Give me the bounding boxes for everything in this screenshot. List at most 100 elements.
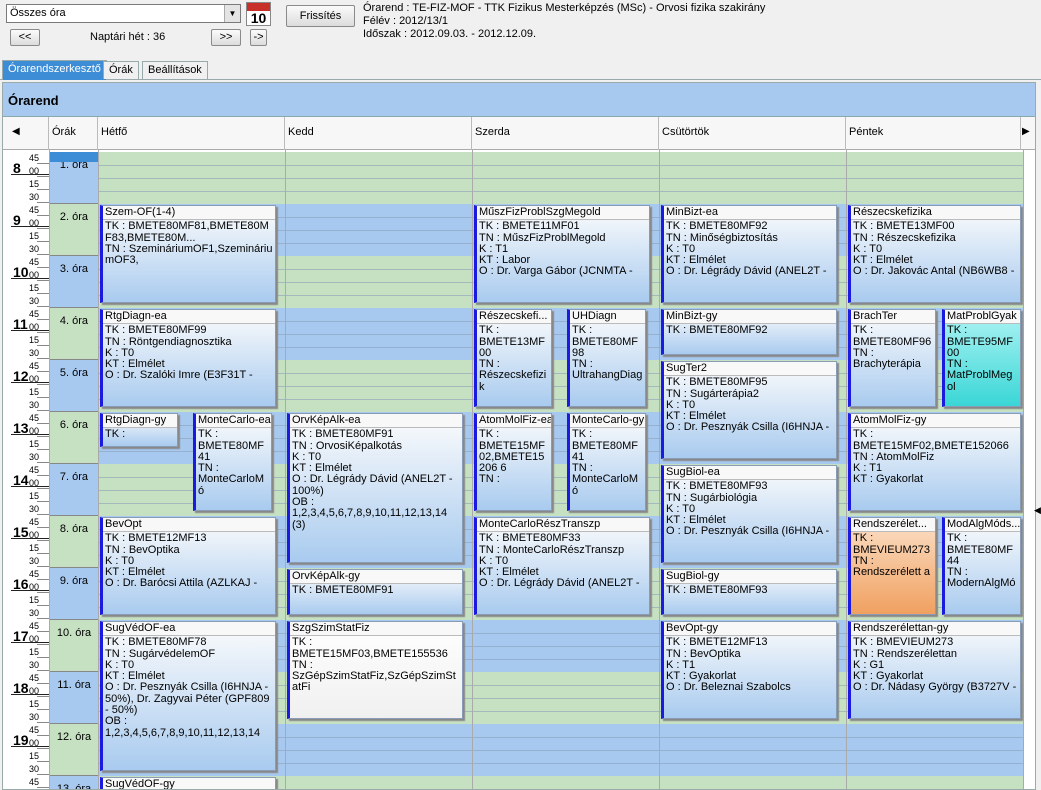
period-cell: 8. óra [50,516,98,568]
period-cell: 4. óra [50,308,98,360]
time-tick: 15 [29,699,40,709]
tick-line [37,306,49,307]
event-card[interactable]: SugBiol-ea TK : BMETE80MF93 TN : Sugárbio… [661,465,837,563]
event-details: TK : BMETE15MF02,BMETE15206 6 TN : [479,428,546,486]
col-monday[interactable]: Hétfő [98,117,285,150]
hour-line [11,538,49,539]
event-card[interactable]: MinBizt-gy TK : BMETE80MF92 [661,309,837,355]
time-tick: 30 [29,764,40,774]
col-tuesday[interactable]: Kedd [285,117,472,150]
time-tick: 45 [29,257,40,267]
time-tick: 30 [29,608,40,618]
hour-line [11,486,49,487]
period-cell: 2. óra [50,204,98,256]
tick-line [37,553,49,554]
event-details: TK : BMETE80MF33 TN : MonteCarloRészTran… [479,532,640,590]
event-card[interactable]: SugVédOF-gyTK : BMETE80MF78 [100,777,276,789]
event-card[interactable]: MatProblGyak TK : BMETE95MF00 TN : MatPro… [942,309,1021,407]
side-collapse-icon[interactable]: ◀ [1034,505,1041,525]
event-card[interactable]: BevOpt TK : BMETE12MF13 TN : BevOptika K … [100,517,276,615]
event-details: TK : BMETE80MF93 TN : Sugárbiológia K : … [666,480,830,538]
event-card[interactable]: AtomMolFiz-ea TK : BMETE15MF02,BMETE15206… [474,413,552,511]
event-card[interactable]: OrvKépAlk-ea TK : BMETE80MF91 TN : Orvosi… [287,413,463,563]
event-card[interactable]: MinBizt-ea TK : BMETE80MF92 TN : Minőségb… [661,205,837,303]
hour-line [11,226,49,227]
event-details: TK : BMETE15MF03,BMETE155536 TN : SzGépS… [292,636,456,694]
tick-line [37,163,49,164]
tick-line [37,566,49,567]
prev-week-button[interactable]: << [10,29,40,46]
event-details: TK : BMETE80MF91 TN : OrvosiKépalkotás K… [292,428,453,531]
schedule-banner: Órarend [3,83,1035,117]
period-cell: 13. óra [50,776,98,789]
event-card[interactable]: UHDiagn TK : BMETE80MF98 TN : UltrahangDi… [567,309,646,407]
time-tick: 45 [29,725,40,735]
tick-line [37,527,49,528]
chevron-down-icon[interactable]: ▼ [224,5,240,22]
event-card[interactable]: RtgDiagn-ea TK : BMETE80MF99 TN : Röntgen… [100,309,276,407]
period-cell: 9. óra [50,568,98,620]
event-title: UHDiagn [570,310,645,325]
col-wednesday[interactable]: Szerda [472,117,659,150]
event-title: SugBiol-gy [664,570,836,585]
event-card[interactable]: Rendszerélet... TK : BMEVIEUM273 TN : Ren… [848,517,936,615]
event-card[interactable]: Rendszerélettan-gy TK : BMEVIEUM273 TN : … [848,621,1021,719]
tick-line [37,683,49,684]
header-corner [3,117,49,150]
scroll-right-icon[interactable]: ▶ [1022,126,1030,137]
slot-line [99,191,1024,192]
event-card[interactable]: MonteCarloRészTranszp TK : BMETE80MF33 TN… [474,517,650,615]
tab-schedule-editor[interactable]: Órarendszerkesztő [2,60,107,80]
event-card[interactable]: OrvKépAlk-gy TK : BMETE80MF91 [287,569,463,615]
period-cell: 10. óra [50,620,98,672]
tick-line [37,631,49,632]
column-line [98,150,99,789]
event-card[interactable]: SzgSzimStatFiz TK : BMETE15MF03,BMETE1555… [287,621,463,719]
time-tick: 45 [29,413,40,423]
event-card[interactable]: SugVédOF-ea TK : BMETE80MF78 TN : Sugárvé… [100,621,276,771]
event-title: SugVédOF-gy [103,778,275,789]
tab-settings[interactable]: Beállítások [142,61,208,79]
event-title: Részecskefizika [851,206,1020,221]
tab-classes[interactable]: Órák [103,61,139,79]
period-cell: 6. óra [50,412,98,464]
schedule-filter-combo[interactable]: Összes óra ▼ [6,4,241,23]
refresh-button[interactable]: Frissítés [286,5,355,27]
col-friday[interactable]: Péntek [846,117,1021,150]
period-cell: 5. óra [50,360,98,412]
event-card[interactable]: AtomMolFiz-gy TK : BMETE15MF02,BMETE15206… [848,413,1021,511]
tick-line [37,540,49,541]
event-title: OrvKépAlk-gy [290,570,462,585]
event-card[interactable]: RtgDiagn-gy TK : [100,413,178,447]
event-card[interactable]: BevOpt-gy TK : BMETE12MF13 TN : BevOptika… [661,621,837,719]
event-title: OrvKépAlk-ea [290,414,462,429]
event-title: BrachTer [851,310,935,325]
combo-value: Összes óra [10,7,66,19]
hour-line [11,746,49,747]
event-card[interactable]: SugBiol-gy TK : BMETE80MF93 [661,569,837,615]
next-week-button[interactable]: >> [211,29,241,46]
time-tick: 15 [29,283,40,293]
event-card[interactable]: ModAlgMóds... TK : BMETE80MF44 TN : Moder… [942,517,1021,615]
col-thursday[interactable]: Csütörtök [659,117,846,150]
event-card[interactable]: BrachTer TK : BMETE80MF96 TN : Brachyterá… [848,309,936,407]
event-card[interactable]: MonteCarlo-gy TK : BMETE80MF41 TN : Monte… [567,413,646,511]
event-details: TK : BMETE80MF41 TN : MonteCarloMó [572,428,639,497]
event-details: TK : BMETE80MF96 TN : Brachyterápia [853,324,932,371]
event-card[interactable]: Szem-OF(1-4) TK : BMETE80MF81,BMETE80MF83… [100,205,276,303]
event-card[interactable]: Részecskefizika TK : BMETE13MF00 TN : Rés… [848,205,1021,303]
hour-line [11,382,49,383]
event-card[interactable]: Részecskefi... TK : BMETE13MF00 TN : Rész… [474,309,552,407]
tick-line [37,345,49,346]
time-tick: 45 [29,777,40,787]
hour-label: 10 [13,264,29,280]
time-tick: 45 [29,361,40,371]
event-card[interactable]: MonteCarlo-ea TK : BMETE80MF41 TN : Monte… [193,413,272,511]
period-cell: 3. óra [50,256,98,308]
jump-button[interactable]: -> [250,29,267,46]
event-card[interactable]: SugTer2 TK : BMETE80MF95 TN : Sugárterápi… [661,361,837,459]
slot-line [99,178,1024,179]
event-card[interactable]: MűszFizProblSzgMegold TK : BMETE11MF01 TN… [474,205,650,303]
calendar-icon[interactable]: 10 [246,2,271,26]
tick-line [37,202,49,203]
